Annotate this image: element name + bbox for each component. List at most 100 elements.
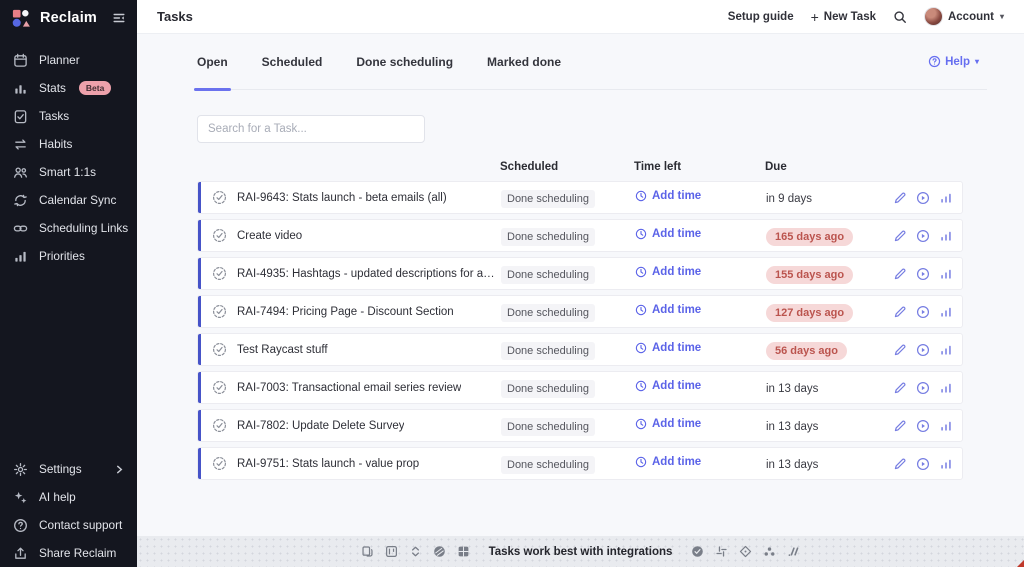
reclaim-logo-icon (11, 8, 32, 29)
brand: Reclaim (0, 2, 137, 34)
add-time-button[interactable]: Add time (635, 456, 701, 468)
collapse-sidebar-icon[interactable] (112, 11, 126, 25)
new-task-button[interactable]: + New Task (811, 10, 876, 24)
task-search-input[interactable] (208, 123, 414, 135)
play-circle-icon[interactable] (916, 191, 930, 205)
sidebar-item-scheduling-links[interactable]: Scheduling Links (0, 214, 137, 242)
play-circle-icon[interactable] (916, 381, 930, 395)
play-circle-icon[interactable] (916, 305, 930, 319)
task-row[interactable]: RAI-9751: Stats launch - value prop Done… (197, 447, 963, 480)
account-menu[interactable]: Account ▾ (924, 7, 1004, 26)
task-check-icon[interactable] (212, 228, 227, 243)
task-check-icon[interactable] (212, 342, 227, 357)
edit-icon[interactable] (893, 229, 907, 243)
task-check-icon[interactable] (212, 380, 227, 395)
add-time-button[interactable]: Add time (635, 190, 701, 202)
stats-bars-icon[interactable] (939, 191, 953, 205)
edit-icon[interactable] (893, 305, 907, 319)
help-label: Help (945, 56, 970, 68)
stats-bars-icon[interactable] (939, 229, 953, 243)
task-check-icon[interactable] (212, 190, 227, 205)
sidebar-item-smart-11s[interactable]: Smart 1:1s (0, 158, 137, 186)
stats-bars-icon[interactable] (939, 419, 953, 433)
topbar: Tasks Setup guide + New Task Account ▾ (137, 0, 1024, 34)
priority-accent-bar (198, 220, 201, 251)
tab-done-scheduling[interactable]: Done scheduling (356, 34, 453, 90)
copy-icon (361, 545, 374, 558)
task-row[interactable]: RAI-4935: Hashtags - updated description… (197, 257, 963, 290)
task-check-icon[interactable] (212, 456, 227, 471)
play-circle-icon[interactable] (916, 419, 930, 433)
task-row[interactable]: Test Raycast stuff Done scheduling Add t… (197, 333, 963, 366)
edit-icon[interactable] (893, 419, 907, 433)
more-options-icon[interactable]: ⋮ (962, 343, 963, 357)
sidebar-item-settings[interactable]: Settings (0, 455, 137, 483)
play-circle-icon[interactable] (916, 457, 930, 471)
sidebar-item-calendar-sync[interactable]: Calendar Sync (0, 186, 137, 214)
task-row[interactable]: RAI-9643: Stats launch - beta emails (al… (197, 181, 963, 214)
add-time-button[interactable]: Add time (635, 228, 701, 240)
edit-icon[interactable] (893, 457, 907, 471)
add-time-button[interactable]: Add time (635, 342, 701, 354)
edit-icon[interactable] (893, 191, 907, 205)
tab-marked-done[interactable]: Marked done (487, 34, 561, 90)
more-options-icon[interactable]: ⋮ (962, 267, 963, 281)
more-options-icon[interactable]: ⋮ (962, 419, 963, 433)
more-options-icon[interactable]: ⋮ (962, 457, 963, 471)
more-options-icon[interactable]: ⋮ (962, 305, 963, 319)
more-options-icon[interactable]: ⋮ (962, 229, 963, 243)
priorities-icon (13, 249, 28, 264)
task-check-icon[interactable] (212, 266, 227, 281)
sidebar-item-label: Calendar Sync (39, 193, 116, 207)
sidebar-nav: Planner Stats Beta Tasks Habits Smart 1:… (0, 46, 137, 270)
sidebar-item-label: Habits (39, 137, 72, 151)
sort-chevrons-icon (409, 545, 422, 558)
play-circle-icon[interactable] (916, 229, 930, 243)
task-row[interactable]: Create video Done scheduling Add time 16… (197, 219, 963, 252)
edit-icon[interactable] (893, 381, 907, 395)
more-options-icon[interactable]: ⋮ (962, 381, 963, 395)
edit-icon[interactable] (893, 343, 907, 357)
sidebar-item-stats[interactable]: Stats Beta (0, 74, 137, 102)
add-time-button[interactable]: Add time (635, 418, 701, 430)
grid-square-icon (457, 545, 470, 558)
task-row[interactable]: RAI-7802: Update Delete Survey Done sche… (197, 409, 963, 442)
edit-icon[interactable] (893, 267, 907, 281)
clock-icon (635, 456, 647, 468)
sidebar-item-planner[interactable]: Planner (0, 46, 137, 74)
tab-scheduled[interactable]: Scheduled (262, 34, 323, 90)
more-options-icon[interactable]: ⋮ (962, 191, 963, 205)
sidebar-item-label: Tasks (39, 109, 69, 123)
page-title: Tasks (157, 9, 193, 24)
play-circle-icon[interactable] (916, 343, 930, 357)
priority-accent-bar (198, 334, 201, 365)
scheduled-status: Done scheduling (501, 190, 595, 208)
search-icon[interactable] (893, 10, 907, 24)
sidebar-item-contact-support[interactable]: Contact support (0, 511, 137, 539)
sidebar-item-share-reclaim[interactable]: Share Reclaim (0, 539, 137, 567)
sidebar-item-habits[interactable]: Habits (0, 130, 137, 158)
stats-bars-icon[interactable] (939, 457, 953, 471)
clock-icon (635, 228, 647, 240)
stats-bars-icon[interactable] (939, 343, 953, 357)
sidebar-item-priorities[interactable]: Priorities (0, 242, 137, 270)
add-time-button[interactable]: Add time (635, 380, 701, 392)
tab-open[interactable]: Open (197, 34, 228, 90)
add-time-button[interactable]: Add time (635, 304, 701, 316)
stats-bars-icon[interactable] (939, 267, 953, 281)
setup-guide-button[interactable]: Setup guide (728, 11, 794, 23)
add-time-button[interactable]: Add time (635, 266, 701, 278)
due-value: 127 days ago (766, 304, 853, 322)
play-circle-icon[interactable] (916, 267, 930, 281)
plus-icon: + (811, 10, 819, 24)
task-row[interactable]: RAI-7494: Pricing Page - Discount Sectio… (197, 295, 963, 328)
people-icon (13, 165, 28, 180)
stats-bars-icon[interactable] (939, 305, 953, 319)
task-row[interactable]: RAI-7003: Transactional email series rev… (197, 371, 963, 404)
task-check-icon[interactable] (212, 418, 227, 433)
sidebar-item-ai-help[interactable]: AI help (0, 483, 137, 511)
stats-bars-icon[interactable] (939, 381, 953, 395)
help-button[interactable]: Help ▾ (928, 55, 987, 68)
sidebar-item-tasks[interactable]: Tasks (0, 102, 137, 130)
task-check-icon[interactable] (212, 304, 227, 319)
